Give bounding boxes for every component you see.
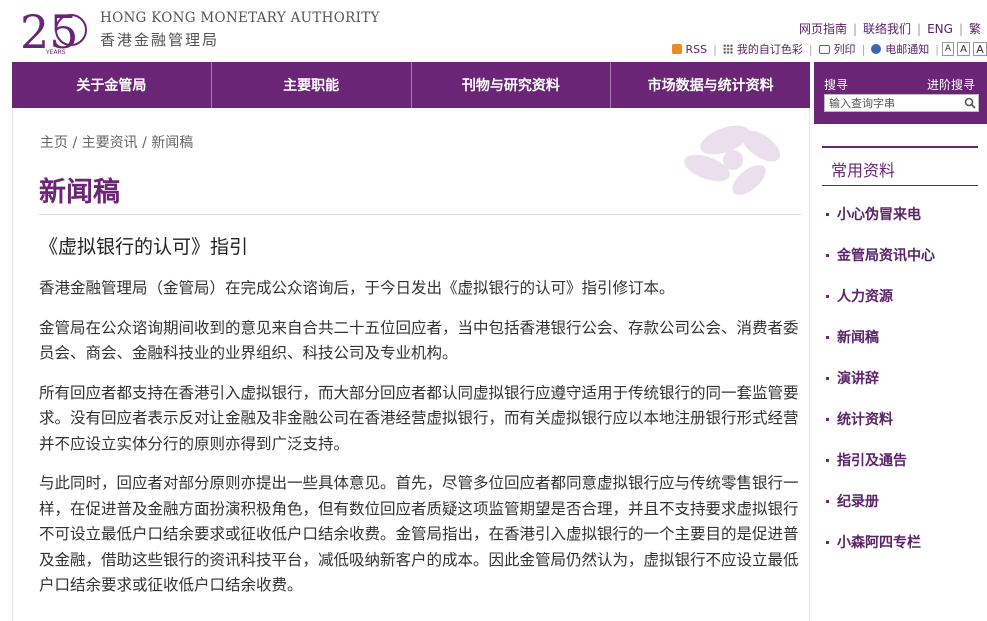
- title-divider: [39, 214, 801, 215]
- separator: |: [935, 42, 939, 56]
- bullet-icon: [826, 254, 829, 257]
- sidebar: 常用资料 小心伪冒来电 金管局资讯中心 人力资源 新闻稿 演讲辞 统计资料 指引…: [814, 124, 987, 621]
- svg-text:YEARS: YEARS: [45, 49, 66, 56]
- rss-label: RSS: [685, 42, 708, 56]
- breadcrumb-press-releases[interactable]: 新闻稿: [151, 135, 193, 151]
- top-links: 网页指南 | 联络我们 | ENG | 繁: [793, 20, 987, 37]
- bullet-icon: [826, 213, 829, 216]
- advanced-search-link[interactable]: 进阶搜寻: [927, 76, 975, 93]
- sidebar-item-fraud-calls[interactable]: 小心伪冒来电: [826, 204, 935, 245]
- print-label: 列印: [833, 43, 856, 56]
- sidebar-item-label: 金管局资讯中心: [837, 248, 935, 264]
- font-size-small-button[interactable]: A: [942, 42, 954, 56]
- sidebar-item-label: 演讲辞: [837, 371, 879, 387]
- sidebar-item-info-centre[interactable]: 金管局资讯中心: [826, 245, 935, 286]
- font-size-large-button[interactable]: A: [973, 42, 987, 56]
- search-icon[interactable]: [964, 97, 976, 109]
- bauhinia-flower-watermark: [684, 125, 781, 195]
- sidebar-item-press-releases[interactable]: 新闻稿: [826, 327, 935, 368]
- main-nav: 关于金管局 主要职能 刊物与研究资料 市场数据与统计资料: [12, 62, 810, 108]
- contact-us-link[interactable]: 联络我们: [857, 20, 917, 37]
- breadcrumb-home[interactable]: 主页: [40, 135, 68, 151]
- sidebar-item-registers[interactable]: 纪录册: [826, 491, 935, 532]
- sidebar-item-column[interactable]: 小森阿四专栏: [826, 532, 935, 573]
- hkma-25-years-logo[interactable]: 25 YEARS: [20, 4, 96, 59]
- sidebar-item-label: 人力资源: [837, 289, 893, 305]
- sidebar-item-label: 指引及通告: [837, 453, 907, 469]
- bullet-icon: [826, 418, 829, 421]
- nav-about-hkma[interactable]: 关于金管局: [12, 62, 212, 108]
- search-label: 搜寻: [824, 78, 849, 92]
- article-paragraph: 香港金融管理局（金管局）在完成公众谘询后，于今日发出《虚拟银行的认可》指引修订本…: [39, 279, 675, 297]
- org-name-english: HONG KONG MONETARY AUTHORITY: [100, 10, 380, 26]
- font-size-medium-button[interactable]: A: [957, 42, 970, 56]
- email-alert-label: 电邮通知: [885, 43, 930, 56]
- main-content: 主页 / 主要资讯 / 新闻稿 新闻稿 《虚拟银行的认可》指引 香港金融管理局（…: [12, 108, 810, 621]
- breadcrumb: 主页 / 主要资讯 / 新闻稿: [40, 132, 193, 152]
- print-icon: [818, 44, 830, 54]
- sidebar-item-human-resources[interactable]: 人力资源: [826, 286, 935, 327]
- english-link[interactable]: ENG: [921, 22, 959, 36]
- custom-color-link[interactable]: 我的自订色彩: [717, 41, 809, 57]
- print-link[interactable]: 列印: [813, 41, 862, 57]
- color-grid-icon: [722, 44, 733, 54]
- site-guide-link[interactable]: 网页指南: [793, 20, 853, 37]
- article-title: 《虚拟银行的认可》指引: [39, 236, 249, 258]
- sidebar-item-label: 纪录册: [837, 494, 879, 510]
- article-paragraph: 金管局在公众谘询期间收到的意见来自合共二十五位回应者，当中包括香港银行公会、存款…: [39, 318, 799, 363]
- rss-icon: [671, 44, 682, 54]
- common-info-heading: 常用资料: [822, 146, 978, 186]
- search-panel: 搜寻 进阶搜寻: [814, 62, 987, 124]
- article-paragraph: 所有回应者都支持在香港引入虚拟银行，而大部分回应者都认同虚拟银行应遵守适用于传统…: [39, 383, 799, 453]
- bullet-icon: [826, 459, 829, 462]
- logo-graphic: 25 YEARS: [20, 5, 87, 59]
- breadcrumb-separator: /: [68, 135, 82, 151]
- sidebar-item-label: 新闻稿: [837, 330, 879, 346]
- sidebar-item-speeches[interactable]: 演讲辞: [826, 368, 935, 409]
- site-header: 25 YEARS HONG KONG MONETARY AUTHORITY 香港…: [0, 0, 987, 62]
- traditional-chinese-link[interactable]: 繁: [963, 20, 987, 37]
- email-icon: [871, 44, 882, 54]
- nav-market-data-statistics[interactable]: 市场数据与统计资料: [611, 62, 810, 108]
- article-body: 香港金融管理局（金管局）在完成公众谘询后，于今日发出《虚拟银行的认可》指引修订本…: [39, 276, 799, 613]
- common-info-heading-label: 常用资料: [831, 161, 896, 180]
- nav-publications-research[interactable]: 刊物与研究资料: [412, 62, 612, 108]
- breadcrumb-key-information[interactable]: 主要资讯: [82, 135, 138, 151]
- sidebar-item-label: 小心伪冒来电: [837, 207, 921, 223]
- bullet-icon: [826, 295, 829, 298]
- breadcrumb-separator: /: [137, 135, 152, 151]
- sidebar-item-statistics[interactable]: 统计资料: [826, 409, 935, 450]
- common-info-list: 小心伪冒来电 金管局资讯中心 人力资源 新闻稿 演讲辞 统计资料 指引及通告 纪…: [826, 204, 935, 573]
- search-input[interactable]: [824, 94, 979, 112]
- bullet-icon: [826, 377, 829, 380]
- org-name-chinese: 香港金融管理局: [100, 31, 220, 49]
- sidebar-item-label: 统计资料: [837, 412, 893, 428]
- header-tools: RSS | 我的自订色彩 | 列印 | 电邮通知 | A A A: [666, 41, 987, 57]
- rss-link[interactable]: RSS: [666, 43, 714, 56]
- bullet-icon: [826, 336, 829, 339]
- custom-color-label: 我的自订色彩: [736, 43, 803, 56]
- bullet-icon: [826, 541, 829, 544]
- sidebar-item-guidelines-circulars[interactable]: 指引及通告: [826, 450, 935, 491]
- article-paragraph: 与此同时，回应者对部分原则亦提出一些具体意见。首先，尽管多位回应者都同意虚拟银行…: [39, 474, 799, 594]
- email-alert-link[interactable]: 电邮通知: [865, 41, 935, 57]
- bullet-icon: [826, 500, 829, 503]
- page-title: 新闻稿: [39, 177, 120, 208]
- nav-key-functions[interactable]: 主要职能: [212, 62, 412, 108]
- sidebar-item-label: 小森阿四专栏: [837, 535, 921, 551]
